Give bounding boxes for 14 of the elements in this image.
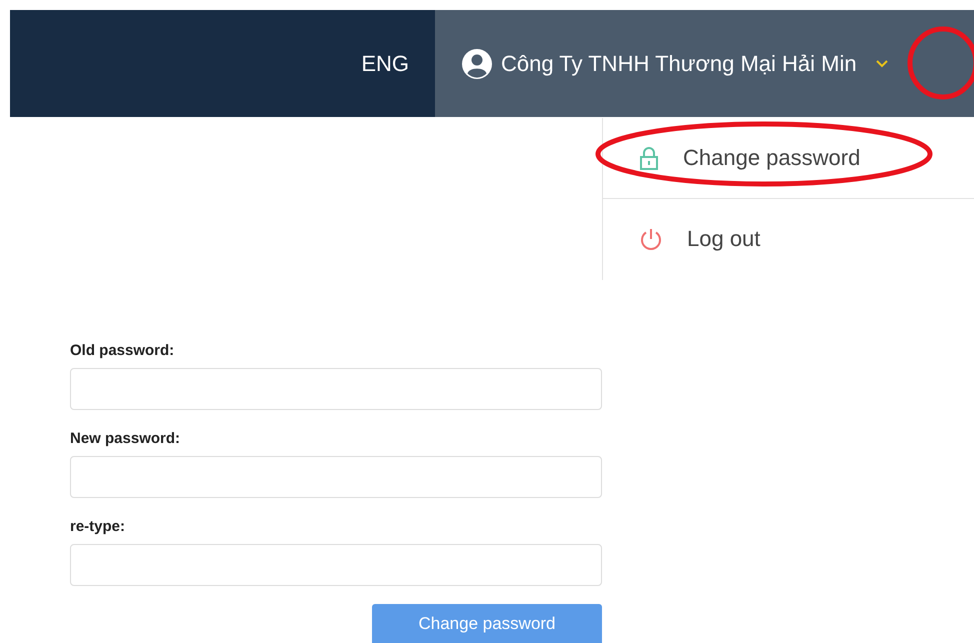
password-field[interactable] <box>70 368 602 410</box>
field-label: Old password: <box>70 342 176 359</box>
power-icon <box>639 226 663 250</box>
menu-item[interactable]: Log out <box>603 198 974 278</box>
chevron-down-icon[interactable] <box>874 58 889 68</box>
user-name[interactable]: Công Ty TNHH Thương Mại Hải Min <box>501 50 857 76</box>
field-label: re-type: <box>70 518 126 535</box>
menu-item[interactable]: Change password <box>603 118 974 198</box>
password-field[interactable] <box>70 544 602 586</box>
language-selector[interactable]: ENG <box>361 50 409 76</box>
password-field[interactable] <box>70 456 602 498</box>
user-icon <box>461 48 493 80</box>
lock-icon <box>639 146 659 170</box>
field-label: New password: <box>70 430 182 447</box>
